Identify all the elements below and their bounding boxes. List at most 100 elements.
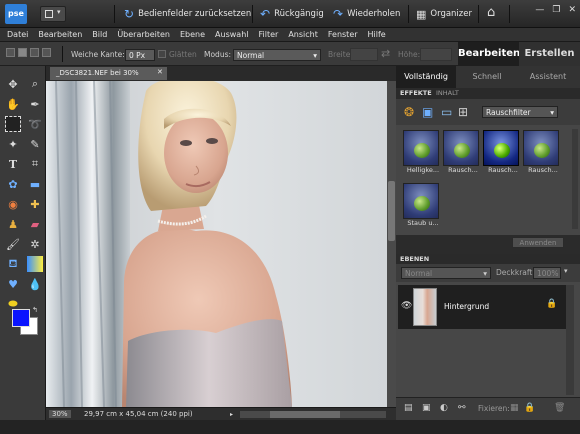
- effects-category-select[interactable]: Rauschfilter ▾: [482, 106, 558, 118]
- chevron-right-icon[interactable]: ▸: [230, 411, 233, 418]
- new-layer-icon[interactable]: ▤: [404, 403, 413, 413]
- tab-edit[interactable]: Bearbeiten: [458, 42, 520, 66]
- magic-wand-tool-icon[interactable]: ✦: [5, 136, 21, 152]
- selection-brush-tool-icon[interactable]: ✎: [27, 136, 43, 152]
- close-tab-icon[interactable]: ✕: [157, 68, 163, 76]
- menu-help[interactable]: Hilfe: [368, 30, 386, 39]
- swap-colors-icon[interactable]: ↰: [32, 306, 38, 314]
- effect-item[interactable]: Rausch...: [523, 130, 563, 174]
- menu-enhance[interactable]: Überarbeiten: [117, 30, 170, 39]
- layers-scrollbar[interactable]: [566, 285, 574, 395]
- healing-brush-tool-icon[interactable]: ✚: [27, 196, 43, 212]
- chevron-down-icon[interactable]: ▾: [564, 267, 568, 275]
- red-eye-tool-icon[interactable]: ◉: [5, 196, 21, 212]
- adjustment-layer-icon[interactable]: ◐: [440, 403, 448, 413]
- custom-shape-tool-icon[interactable]: ♥: [5, 276, 21, 292]
- effect-thumbnail: [443, 130, 479, 166]
- clone-stamp-tool-icon[interactable]: ♟: [5, 216, 21, 232]
- apply-button[interactable]: Anwenden: [512, 237, 564, 248]
- reset-panels-button[interactable]: ↻ Bedienfelder zurücksetzen: [124, 6, 251, 22]
- hand-tool-icon[interactable]: ✋: [5, 96, 21, 112]
- reset-panels-label: Bedienfelder zurücksetzen: [138, 9, 252, 19]
- organizer-button[interactable]: ▦ Organizer: [416, 6, 472, 22]
- menu-edit[interactable]: Bearbeiten: [38, 30, 82, 39]
- eye-icon[interactable]: 👁: [401, 301, 412, 311]
- add-selection-icon[interactable]: [18, 48, 27, 57]
- close-icon[interactable]: ✕: [568, 5, 576, 15]
- maximize-icon[interactable]: ❐: [552, 5, 560, 15]
- crop-tool-icon[interactable]: ⌗: [27, 156, 43, 172]
- paint-bucket-tool-icon[interactable]: ⛾: [5, 256, 21, 272]
- marquee-tool-icon[interactable]: [5, 116, 21, 132]
- tab-effects[interactable]: EFFEKTE: [400, 89, 432, 97]
- tab-content[interactable]: INHALT: [436, 89, 459, 97]
- redo-button[interactable]: ↷ Wiederholen: [333, 6, 400, 22]
- eyedropper-tool-icon[interactable]: ✒: [27, 96, 43, 112]
- menu-window[interactable]: Fenster: [328, 30, 358, 39]
- lock-transparent-icon[interactable]: ▦: [510, 403, 519, 413]
- vertical-scrollbar[interactable]: [387, 81, 396, 407]
- filters-icon[interactable]: ❂: [404, 105, 414, 119]
- photo-effects-icon[interactable]: ▭: [441, 105, 452, 119]
- move-tool-icon[interactable]: ✥: [5, 76, 21, 92]
- effects-scrollbar[interactable]: [572, 129, 578, 229]
- lasso-tool-icon[interactable]: ➰: [27, 116, 43, 132]
- blur-tool-icon[interactable]: 💧: [27, 276, 43, 292]
- type-tool-icon[interactable]: T: [5, 156, 21, 172]
- scrollbar-thumb[interactable]: [388, 181, 395, 241]
- horizontal-scrollbar[interactable]: [240, 411, 386, 418]
- width-input[interactable]: [350, 48, 378, 61]
- straighten-tool-icon[interactable]: ▬: [27, 176, 43, 192]
- menu-layer[interactable]: Ebene: [180, 30, 205, 39]
- scrollbar-thumb[interactable]: [270, 411, 340, 418]
- layer-name[interactable]: Hintergrund: [444, 302, 489, 311]
- effect-item[interactable]: Rausch...: [483, 130, 523, 174]
- undo-button[interactable]: ↶ Rückgängig: [260, 6, 324, 22]
- menu-image[interactable]: Bild: [92, 30, 107, 39]
- menu-view[interactable]: Ansicht: [288, 30, 318, 39]
- tab-create[interactable]: Erstellen: [519, 42, 580, 66]
- blend-mode-select[interactable]: Normal ▾: [401, 267, 491, 279]
- cookie-cutter-tool-icon[interactable]: ✿: [5, 176, 21, 192]
- trash-icon[interactable]: 🗑: [554, 403, 565, 413]
- document-tab[interactable]: _DSC3821.NEF bei 30% (RGB/8): [50, 67, 167, 90]
- minimize-icon[interactable]: —: [535, 5, 544, 15]
- mode-select[interactable]: Normal ▾: [233, 49, 321, 61]
- link-icon[interactable]: ⚯: [458, 403, 466, 413]
- feather-input[interactable]: 0 Px: [125, 49, 155, 61]
- new-selection-icon[interactable]: [6, 48, 15, 57]
- opacity-input[interactable]: 100%: [533, 267, 561, 279]
- subtract-selection-icon[interactable]: [30, 48, 39, 57]
- intersect-selection-icon[interactable]: [42, 48, 51, 57]
- eraser-tool-icon[interactable]: ▰: [27, 216, 43, 232]
- effect-label: Staub u...: [407, 219, 439, 227]
- zoom-level[interactable]: 30%: [49, 410, 71, 418]
- menu-filter[interactable]: Filter: [259, 30, 279, 39]
- organizer-label: Organizer: [430, 9, 472, 19]
- lock-all-icon[interactable]: 🔒: [524, 403, 535, 413]
- layer-row[interactable]: 👁 Hintergrund 🔒: [398, 285, 566, 329]
- tab-guided[interactable]: Assistent: [518, 66, 578, 88]
- menu-select[interactable]: Auswahl: [215, 30, 248, 39]
- tab-quick[interactable]: Schnell: [458, 66, 516, 88]
- effect-item[interactable]: Helligke...: [403, 130, 443, 174]
- gradient-tool-icon[interactable]: [27, 256, 43, 272]
- smart-brush-tool-icon[interactable]: ✲: [27, 236, 43, 252]
- tab-full[interactable]: Vollständig: [396, 66, 456, 88]
- zoom-tool-icon[interactable]: ⌕: [27, 76, 43, 92]
- menu-file[interactable]: Datei: [7, 30, 28, 39]
- effect-item[interactable]: Staub u...: [403, 183, 443, 227]
- height-input[interactable]: [420, 48, 452, 61]
- reset-icon: ↻: [124, 7, 135, 21]
- home-icon[interactable]: ⌂: [487, 5, 495, 20]
- swap-icon[interactable]: ⇄: [381, 47, 390, 60]
- document-canvas[interactable]: [46, 81, 387, 407]
- brush-tool-icon[interactable]: 🖌: [5, 236, 21, 252]
- new-group-icon[interactable]: ▣: [422, 403, 431, 413]
- effect-item[interactable]: Rausch...: [443, 130, 483, 174]
- foreground-color-swatch[interactable]: [12, 309, 30, 327]
- layout-menu-button[interactable]: ▾: [40, 6, 66, 22]
- antialias-checkbox[interactable]: [158, 50, 166, 58]
- layer-styles-icon[interactable]: ▣: [422, 105, 433, 119]
- all-effects-icon[interactable]: ⊞: [458, 105, 468, 119]
